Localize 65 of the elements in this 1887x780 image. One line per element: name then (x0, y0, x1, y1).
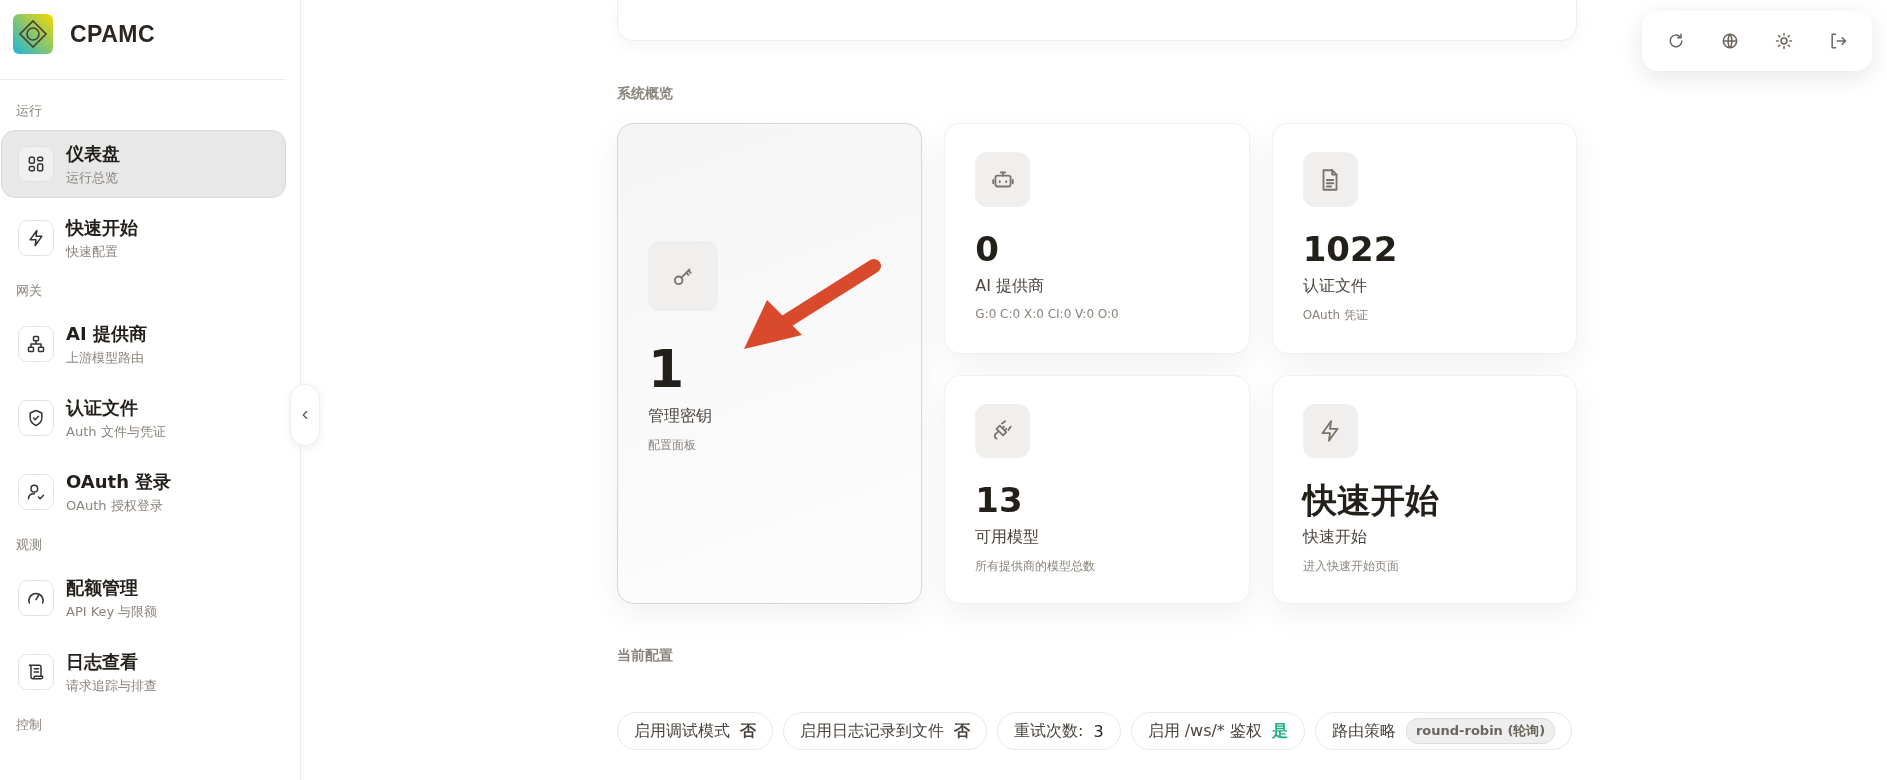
grid-icon (26, 154, 46, 174)
stat-value: 0 (975, 231, 999, 269)
nav-title: OAuth 登录 (66, 469, 172, 494)
logo-icon (13, 14, 53, 54)
config-label: 路由策略 (1331, 720, 1396, 742)
stat-label: AI 提供商 (975, 276, 1045, 298)
config-tag: round-robin (轮询) (1405, 718, 1556, 744)
nav-subtitle: Auth 文件与凭证 (66, 422, 166, 441)
lightning-icon (26, 228, 46, 248)
stat-label: 管理密钥 (648, 406, 712, 428)
nav-item[interactable]: OAuth 登录 OAuth 授权登录 (1, 458, 286, 526)
stat-card[interactable]: 0 AI 提供商 G:0 C:0 X:0 CI:0 V:0 O:0 (944, 123, 1250, 354)
nav-title: 仪表盘 (66, 141, 120, 166)
nav-subtitle: 请求追踪与排查 (66, 676, 157, 695)
config-value: 3 (1093, 721, 1104, 741)
section-label: 网关 (15, 282, 43, 300)
nav-title: 快速开始 (66, 215, 138, 240)
stat-label: 认证文件 (1302, 276, 1367, 298)
nav-title: AI 提供商 (66, 321, 147, 346)
config-value: 否 (954, 720, 970, 742)
hierarchy-icon (26, 334, 46, 354)
stat-note: 配置面板 (648, 437, 696, 455)
nav-subtitle: 运行总览 (66, 168, 119, 187)
stat-card[interactable]: 13 可用模型 所有提供商的模型总数 (944, 375, 1250, 604)
section-label: 运行 (15, 102, 43, 120)
section-title: 当前配置 (617, 647, 674, 665)
stat-label: 可用模型 (975, 527, 1040, 548)
section-label: 控制 (15, 716, 43, 734)
nav-title: 认证文件 (66, 395, 139, 420)
config-value: 否 (740, 720, 756, 742)
nav-subtitle: API Key 与限额 (66, 602, 158, 621)
stat-value: 13 (975, 481, 1023, 519)
stat-card[interactable]: 1 管理密钥 配置面板 (617, 123, 923, 604)
section-label: 观测 (15, 536, 43, 554)
user-check-icon (26, 482, 46, 502)
nav-subtitle: 快速配置 (66, 242, 119, 261)
stat-note: OAuth 凭证 (1302, 307, 1368, 325)
nav-subtitle: OAuth 授权登录 (66, 496, 164, 515)
nav-title: 配额管理 (66, 575, 139, 600)
app-name: CPAMC (70, 20, 156, 48)
config-label: 重试次数: (1014, 720, 1084, 742)
nav-subtitle: 上游模型路由 (66, 348, 145, 367)
nav-title: 日志查看 (66, 649, 139, 674)
stat-note: 进入快速开始页面 (1302, 558, 1399, 575)
section-title: 系统概览 (617, 85, 674, 103)
stat-value: 1 (648, 340, 685, 399)
stat-note: 所有提供商的模型总数 (975, 558, 1096, 575)
nav-item[interactable]: 日志查看 请求追踪与排查 (1, 638, 286, 706)
stat-note: G:0 C:0 X:0 CI:0 V:0 O:0 (975, 307, 1119, 322)
nav-item[interactable]: 仪表盘 运行总览 (1, 130, 286, 198)
config-value: 是 (1271, 720, 1288, 742)
config-label: 启用调试模式 (634, 720, 730, 742)
nav-item[interactable]: 认证文件 Auth 文件与凭证 (1, 384, 286, 452)
nav-item[interactable]: AI 提供商 上游模型路由 (1, 310, 286, 378)
stat-label: 快速开始 (1302, 527, 1367, 548)
shield-check-icon (26, 408, 46, 428)
stat-card[interactable]: 1022 认证文件 OAuth 凭证 (1271, 123, 1577, 354)
config-label: 启用日志记录到文件 (800, 720, 944, 742)
stat-value: 快速开始 (1302, 481, 1439, 519)
stat-value: 1022 (1302, 231, 1398, 269)
config-label: 启用 /ws/* 鉴权 (1147, 720, 1262, 742)
nav-item[interactable]: 快速开始 快速配置 (1, 204, 286, 272)
scroll-icon (26, 662, 46, 682)
stat-card[interactable]: 快速开始 快速开始 进入快速开始页面 (1271, 375, 1577, 604)
nav-item[interactable]: 配额管理 API Key 与限额 (1, 564, 286, 632)
